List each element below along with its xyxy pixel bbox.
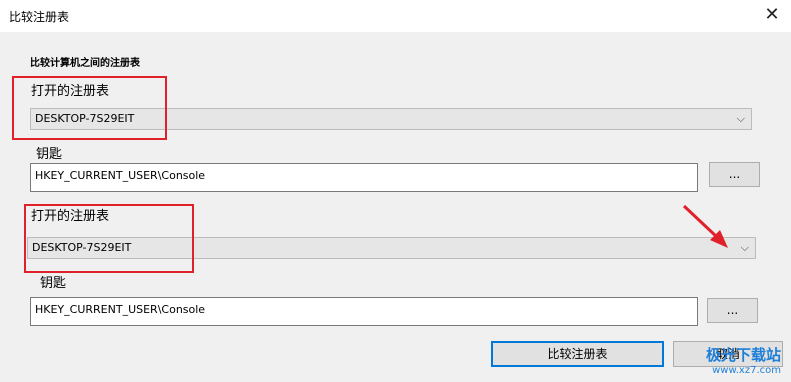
compare-registry-dialog: 比较计算机之间的注册表 打开的注册表 DESKTOP-7S29EIT ⌵ 钥匙 … bbox=[0, 32, 791, 382]
first-key-label: 钥匙 bbox=[36, 147, 63, 162]
first-key-field[interactable]: HKEY_CURRENT_USER\Console bbox=[30, 163, 698, 192]
watermark-url: www.xz7.com bbox=[712, 365, 781, 376]
first-key-value: HKEY_CURRENT_USER\Console bbox=[35, 169, 206, 182]
second-key-field[interactable]: HKEY_CURRENT_USER\Console bbox=[30, 297, 698, 326]
compare-registry-button[interactable]: 比较注册表 bbox=[491, 341, 664, 367]
watermark: 极光下载站 www.xz7.com bbox=[706, 344, 781, 376]
second-key-label: 钥匙 bbox=[40, 276, 67, 291]
second-key-value: HKEY_CURRENT_USER\Console bbox=[35, 303, 206, 316]
chevron-down-icon: ⌵ bbox=[736, 112, 745, 125]
first-browse-button[interactable]: ... bbox=[709, 162, 760, 187]
watermark-brand: 极光下载站 bbox=[705, 346, 781, 364]
second-browse-button[interactable]: ... bbox=[707, 298, 758, 323]
close-icon[interactable]: ✕ bbox=[761, 4, 783, 26]
arrow-icon bbox=[682, 204, 728, 248]
group-label: 比较计算机之间的注册表 bbox=[30, 58, 140, 69]
highlight-box bbox=[24, 204, 194, 273]
chevron-down-icon: ⌵ bbox=[740, 241, 749, 254]
window-title: 比较注册表 bbox=[9, 10, 70, 24]
highlight-box bbox=[12, 76, 167, 140]
title-bar: 比较注册表 ✕ bbox=[0, 0, 791, 32]
